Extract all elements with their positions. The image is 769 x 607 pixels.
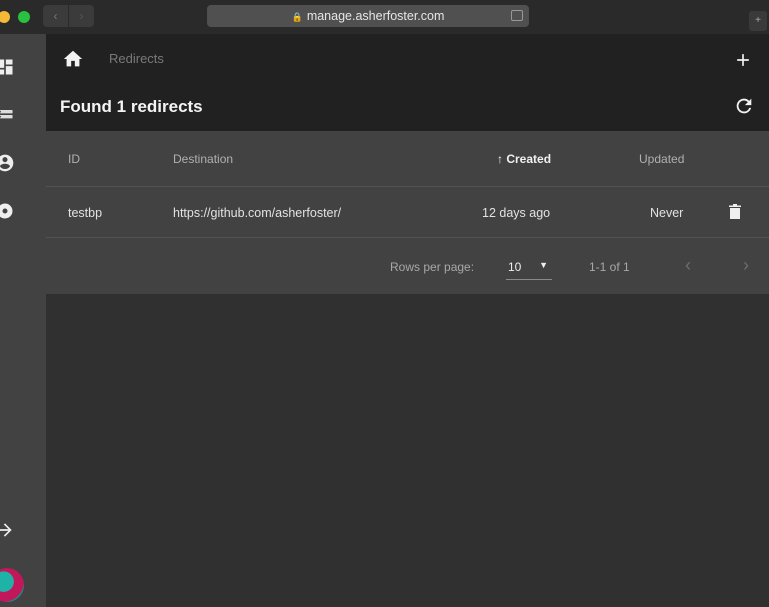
sidebar xyxy=(0,34,46,607)
delete-icon[interactable] xyxy=(728,204,742,220)
browser-nav-buttons: ‹ › xyxy=(43,5,94,27)
address-bar[interactable]: 🔒 manage.asherfoster.com xyxy=(207,5,529,27)
browser-forward-button[interactable]: › xyxy=(68,5,94,27)
table-header: ID Destination ↑ Created Updated xyxy=(46,131,769,187)
avatar[interactable] xyxy=(0,568,24,602)
column-header-created-label: Created xyxy=(506,152,552,166)
home-icon[interactable] xyxy=(62,48,84,70)
lock-icon: 🔒 xyxy=(291,12,303,22)
dashboard-icon[interactable] xyxy=(0,56,16,78)
reader-view-icon[interactable] xyxy=(511,10,523,21)
rows-per-page-select[interactable]: 10 ▼ xyxy=(506,253,552,280)
new-tab-button[interactable]: + xyxy=(749,11,767,31)
account-icon[interactable] xyxy=(0,152,16,174)
column-header-updated[interactable]: Updated xyxy=(639,152,684,166)
logout-icon[interactable] xyxy=(0,519,16,541)
previous-page-button[interactable]: ‹ xyxy=(676,253,700,277)
settings-icon[interactable] xyxy=(0,200,16,222)
minimize-window-button[interactable] xyxy=(0,11,10,23)
refresh-icon[interactable] xyxy=(733,95,755,117)
browser-toolbar: ‹ › 🔒 manage.asherfoster.com + xyxy=(0,0,769,34)
column-header-destination[interactable]: Destination xyxy=(173,152,233,166)
table-pagination: Rows per page: 10 ▼ 1-1 of 1 ‹ › xyxy=(46,239,769,294)
page-range: 1-1 of 1 xyxy=(589,260,630,274)
breadcrumb[interactable]: Redirects xyxy=(109,51,164,66)
address-bar-url: manage.asherfoster.com xyxy=(306,9,445,23)
table-row[interactable]: testbp https://github.com/asherfoster/ 1… xyxy=(46,188,769,238)
column-header-id[interactable]: ID xyxy=(68,152,80,166)
browser-back-button[interactable]: ‹ xyxy=(43,5,68,27)
redirects-table: ID Destination ↑ Created Updated testbp … xyxy=(46,131,769,294)
rows-per-page-value: 10 xyxy=(508,260,522,274)
page-title: Found 1 redirects xyxy=(60,97,203,116)
content-area xyxy=(46,294,769,607)
cell-created: 12 days ago xyxy=(482,206,551,220)
dropdown-arrow-icon: ▼ xyxy=(539,260,548,270)
cell-destination: https://github.com/asherfoster/ xyxy=(173,206,342,220)
app-bar: Redirects Found 1 redirects xyxy=(46,34,769,131)
add-icon[interactable] xyxy=(733,50,753,70)
sort-arrow-icon: ↑ xyxy=(497,152,503,166)
cell-updated: Never xyxy=(650,206,684,220)
rows-per-page-label: Rows per page: xyxy=(390,260,475,274)
cell-id: testbp xyxy=(68,206,103,220)
column-header-created[interactable]: ↑ Created xyxy=(497,152,551,166)
zoom-window-button[interactable] xyxy=(18,11,30,23)
redirects-icon[interactable] xyxy=(0,104,16,126)
next-page-button[interactable]: › xyxy=(734,253,758,277)
